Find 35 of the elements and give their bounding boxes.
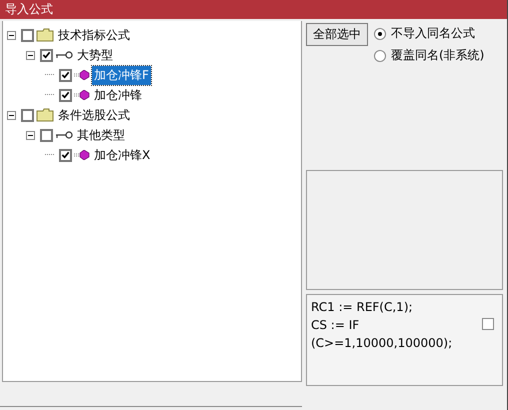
code-line: (C>=1,10000,100000);: [311, 335, 454, 352]
checkbox[interactable]: [482, 318, 494, 330]
checkbox[interactable]: [40, 48, 53, 62]
checkbox[interactable]: [21, 28, 34, 42]
gem-icon: [74, 70, 90, 80]
tree-item[interactable]: 大势型: [75, 46, 115, 64]
select-all-button[interactable]: 全部选中: [306, 23, 368, 46]
tree-item[interactable]: 条件选股公式: [56, 106, 132, 124]
checkbox[interactable]: [21, 108, 34, 122]
checkbox[interactable]: [59, 148, 72, 162]
window-title: 导入公式: [5, 1, 53, 18]
folder-icon: [36, 108, 54, 122]
checkbox[interactable]: [40, 128, 53, 142]
option-label[interactable]: 覆盖同名(非系统): [391, 47, 484, 64]
option-label[interactable]: 不导入同名公式: [391, 25, 475, 42]
checkbox[interactable]: [59, 88, 72, 102]
folder-icon: [36, 28, 54, 42]
tree-item[interactable]: 技术指标公式: [56, 26, 132, 44]
radio-button[interactable]: [374, 28, 386, 40]
tree-item[interactable]: 加仓冲锋: [92, 86, 144, 104]
tree-item[interactable]: 加仓冲锋X: [92, 146, 152, 164]
tree-item[interactable]: 其他类型: [75, 126, 127, 144]
code-line: RC1 := REF(C,1);: [311, 299, 414, 316]
gem-icon: [74, 90, 90, 100]
gem-icon: [74, 150, 90, 160]
code-line: CS := IF: [311, 317, 360, 334]
radio-button[interactable]: [374, 50, 386, 62]
collapse-icon[interactable]: [26, 130, 35, 140]
collapse-icon[interactable]: [7, 110, 16, 120]
checkbox[interactable]: [59, 68, 72, 82]
tree-item[interactable]: 加仓冲锋F: [92, 66, 151, 84]
key-icon: [55, 131, 73, 139]
collapse-icon[interactable]: [26, 50, 35, 60]
collapse-icon[interactable]: [7, 30, 16, 40]
key-icon: [55, 51, 73, 59]
